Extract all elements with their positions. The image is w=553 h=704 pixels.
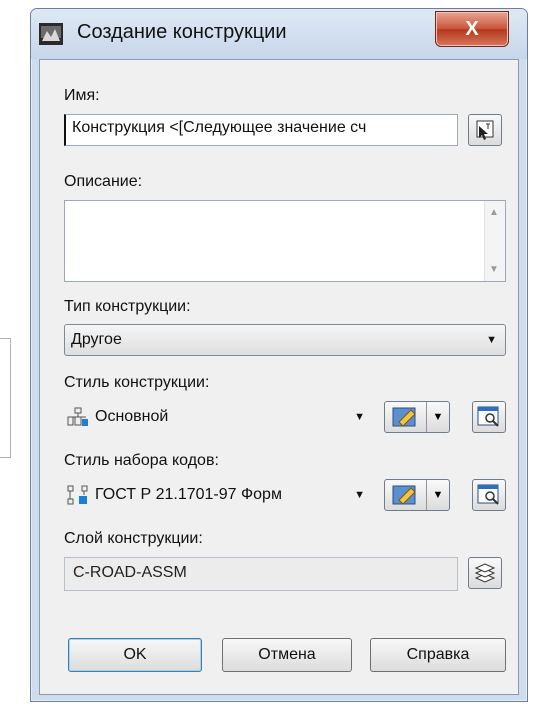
assembly-style-icon (67, 407, 88, 426)
name-edit-button[interactable] (468, 114, 502, 146)
style-preview-button[interactable] (472, 401, 506, 433)
chevron-down-icon: ▼ (354, 411, 365, 423)
edit-style-icon (392, 407, 416, 427)
help-button[interactable]: Справка (370, 638, 506, 672)
background-window-edge (0, 338, 11, 458)
chevron-down-icon[interactable]: ▼ (426, 480, 449, 510)
scroll-down-icon: ▼ (489, 264, 499, 275)
app-icon (39, 23, 63, 45)
scroll-up-icon: ▲ (489, 207, 499, 218)
codeset-value: ГОСТ Р 21.1701-97 Форм (95, 486, 282, 503)
code-set-icon (67, 485, 88, 505)
description-textarea[interactable]: ▲ ▼ (64, 200, 506, 282)
close-button[interactable]: X (435, 11, 509, 47)
name-input[interactable]: Конструкция <[Следующее значение сч (64, 114, 458, 146)
chevron-down-icon[interactable]: ▼ (426, 402, 449, 432)
type-label: Тип конструкции: (64, 298, 191, 315)
chevron-down-icon: ▼ (354, 489, 365, 501)
window-title: Создание конструкции (77, 21, 287, 43)
codeset-select[interactable]: ГОСТ Р 21.1701-97 Форм ▼ (60, 478, 374, 512)
chevron-down-icon: ▼ (486, 334, 497, 346)
style-value: Основной (95, 408, 169, 425)
edit-style-icon (392, 485, 416, 505)
dialog-body: Имя: Конструкция <[Следующее значение сч… (39, 59, 519, 695)
cancel-button[interactable]: Отмена (222, 638, 352, 672)
codeset-label: Стиль набора кодов: (64, 452, 219, 469)
layer-label: Слой конструкции: (64, 530, 203, 547)
codeset-edit-split-button[interactable]: ▼ (384, 479, 450, 511)
preview-icon (477, 484, 499, 505)
layer-field: C-ROAD-ASSM (64, 557, 458, 591)
description-scrollbar[interactable]: ▲ ▼ (484, 201, 505, 281)
style-edit-split-button[interactable]: ▼ (384, 401, 450, 433)
preview-icon (477, 406, 499, 427)
name-label: Имя: (64, 87, 100, 104)
close-icon: X (465, 17, 479, 40)
type-select[interactable]: Другое ▼ (64, 324, 506, 356)
ok-button[interactable]: OK (68, 638, 202, 672)
create-assembly-dialog: Создание конструкции X Имя: Конструкция … (30, 8, 528, 702)
name-edit-icon (476, 120, 494, 140)
codeset-preview-button[interactable] (472, 479, 506, 511)
description-label: Описание: (64, 173, 143, 190)
layer-select-button[interactable] (468, 557, 502, 589)
type-value: Другое (71, 331, 122, 348)
layers-icon (474, 563, 496, 583)
style-label: Стиль конструкции: (64, 374, 210, 391)
style-select[interactable]: Основной ▼ (60, 400, 374, 434)
title-bar[interactable]: Создание конструкции X (31, 9, 527, 59)
